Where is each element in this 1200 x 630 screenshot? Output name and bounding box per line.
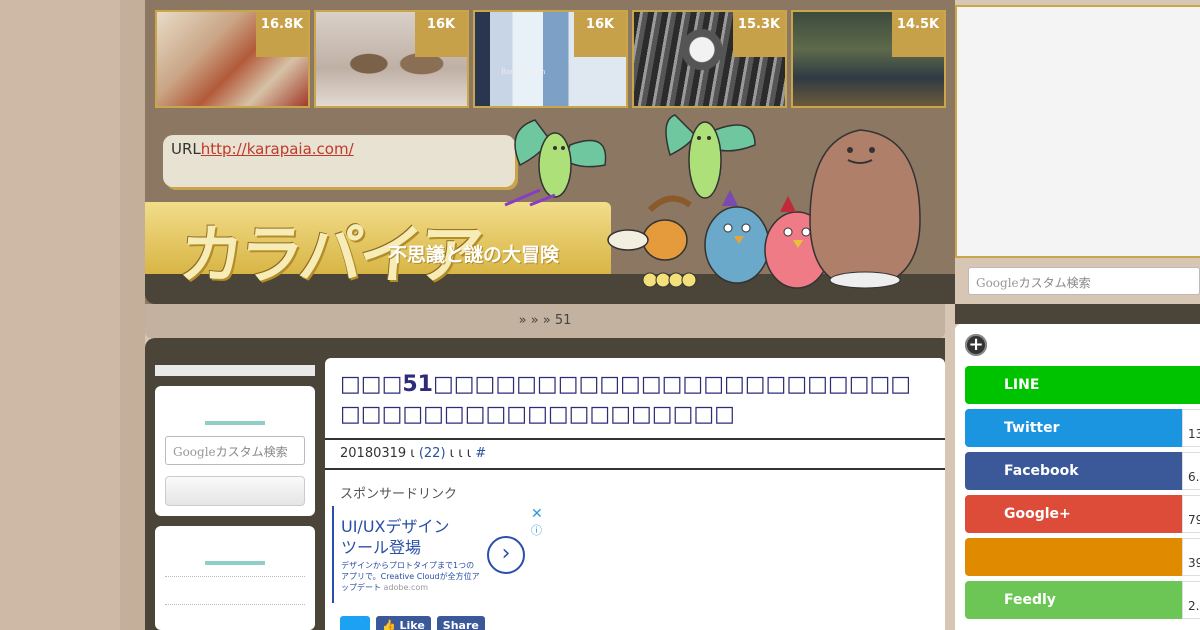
share-count: 2.	[1182, 581, 1200, 619]
article-title[interactable]: □□□51□□□□□□□□□□□□□□□□□□□□□□□□□□□□□□□□□□□…	[325, 358, 945, 440]
facebook-button[interactable]: Facebook 6.	[965, 452, 1200, 490]
share-count: 16K	[574, 12, 626, 57]
share-count: 14.5K	[892, 12, 944, 57]
share-count: 16K	[415, 12, 467, 57]
page-left-background	[0, 0, 120, 630]
comment-count-link[interactable]: (22)	[419, 446, 446, 461]
share-label: Facebook	[1004, 463, 1079, 479]
google-brand: Google	[173, 445, 216, 459]
facebook-like-button[interactable]: 👍 Like	[376, 616, 431, 630]
thumb-lighthouse[interactable]: Ron Acuwan 16K	[473, 10, 628, 108]
thumb-market[interactable]: 14.5K	[791, 10, 946, 108]
share-count: 6.	[1182, 452, 1200, 490]
popular-thumbnails: 16.8K 16K Ron Acuwan 16K 15.3K 14.5K	[155, 10, 946, 108]
hatena-button[interactable]: 39	[965, 538, 1200, 576]
left-sidebar-list-box	[155, 526, 315, 630]
ad-title[interactable]: UI/UXデザイン ツール登場	[341, 516, 450, 558]
share-count: 39	[1182, 538, 1200, 576]
share-label: Feedly	[1004, 592, 1056, 608]
line-button[interactable]: LINE	[965, 366, 1200, 404]
ad-arrow-icon[interactable]: ›	[487, 536, 525, 574]
like-label: Like	[399, 619, 425, 630]
ad-domain: adobe.com	[383, 583, 429, 592]
facebook-share-button[interactable]: Share	[436, 616, 485, 630]
url-box: URLhttp://karapaia.com/	[163, 135, 515, 187]
search-input[interactable]: Googleカスタム検索	[165, 436, 305, 465]
article-meta: 20180319 ι (22) ι ι ι #	[325, 440, 945, 470]
ad-close-icon[interactable]: ✕	[531, 506, 543, 522]
thumb-sparrows[interactable]: 16K	[314, 10, 469, 108]
ad-info-icon[interactable]: ⓘ	[531, 522, 542, 538]
share-count: 79	[1182, 495, 1200, 533]
search-button[interactable]	[165, 476, 305, 506]
blue-bird-mascot	[704, 190, 770, 284]
feedly-button[interactable]: Feedly 2.	[965, 581, 1200, 619]
google-brand: Google	[976, 276, 1019, 290]
left-sidebar-header	[155, 365, 315, 376]
site-url-link[interactable]: http://karapaia.com/	[201, 140, 354, 158]
share-count: 13	[1182, 409, 1200, 447]
share-label: LINE	[1004, 377, 1040, 393]
thumb-monkey[interactable]: 15.3K	[632, 10, 787, 108]
search-placeholder: カスタム検索	[1018, 276, 1091, 290]
thumbs-up-icon: 👍	[382, 619, 400, 630]
twitter-button[interactable]: Twitter 13	[965, 409, 1200, 447]
hash-link[interactable]: #	[475, 446, 486, 461]
share-count: 16.8K	[256, 12, 308, 57]
orange-mascot	[607, 195, 697, 288]
photo-credit: Ron Acuwan	[501, 68, 546, 76]
share-label: Google+	[1004, 506, 1071, 522]
breadcrumb[interactable]: » » » 51	[145, 304, 945, 338]
list-separator	[165, 576, 305, 577]
page-left-shadow	[120, 0, 145, 630]
article-date: 20180319 ι	[340, 446, 419, 461]
mascot-illustration	[504, 114, 921, 289]
brown-mascot	[809, 129, 921, 289]
tweet-icon-button[interactable]	[340, 616, 370, 630]
left-sidebar-search-box: Googleカスタム検索	[155, 386, 315, 516]
article-share-row: 👍 Like Share	[340, 616, 485, 630]
section-divider	[205, 421, 265, 425]
ad-banner[interactable]: UI/UXデザイン ツール登場 デザインからプロトタイプまで1つのアプリで。Cre…	[332, 506, 547, 603]
thumb-egypt[interactable]: 16.8K	[155, 10, 310, 108]
butterfly-mascot-right	[665, 114, 756, 199]
list-separator	[165, 604, 305, 605]
sponsored-label: スポンサードリンク	[340, 487, 458, 502]
article-meta-text: ι ι ι	[445, 446, 476, 461]
butterfly-mascot-left	[504, 119, 607, 207]
right-divider-bar	[955, 304, 1200, 324]
search-placeholder: カスタム検索	[215, 445, 288, 459]
ad-body: デザインからプロトタイプまで1つのアプリで。Creative Cloudが全方位…	[341, 560, 481, 593]
googleplus-button[interactable]: Google+ 79	[965, 495, 1200, 533]
plus-icon[interactable]: +	[965, 334, 987, 356]
right-search-input[interactable]: Googleカスタム検索	[968, 267, 1200, 295]
section-divider	[205, 561, 265, 565]
share-count: 15.3K	[733, 12, 785, 57]
share-label: Twitter	[1004, 420, 1060, 436]
article-card: □□□51□□□□□□□□□□□□□□□□□□□□□□□□□□□□□□□□□□□…	[325, 358, 945, 630]
right-ad-slot	[955, 5, 1200, 258]
url-label: URL	[171, 140, 201, 158]
